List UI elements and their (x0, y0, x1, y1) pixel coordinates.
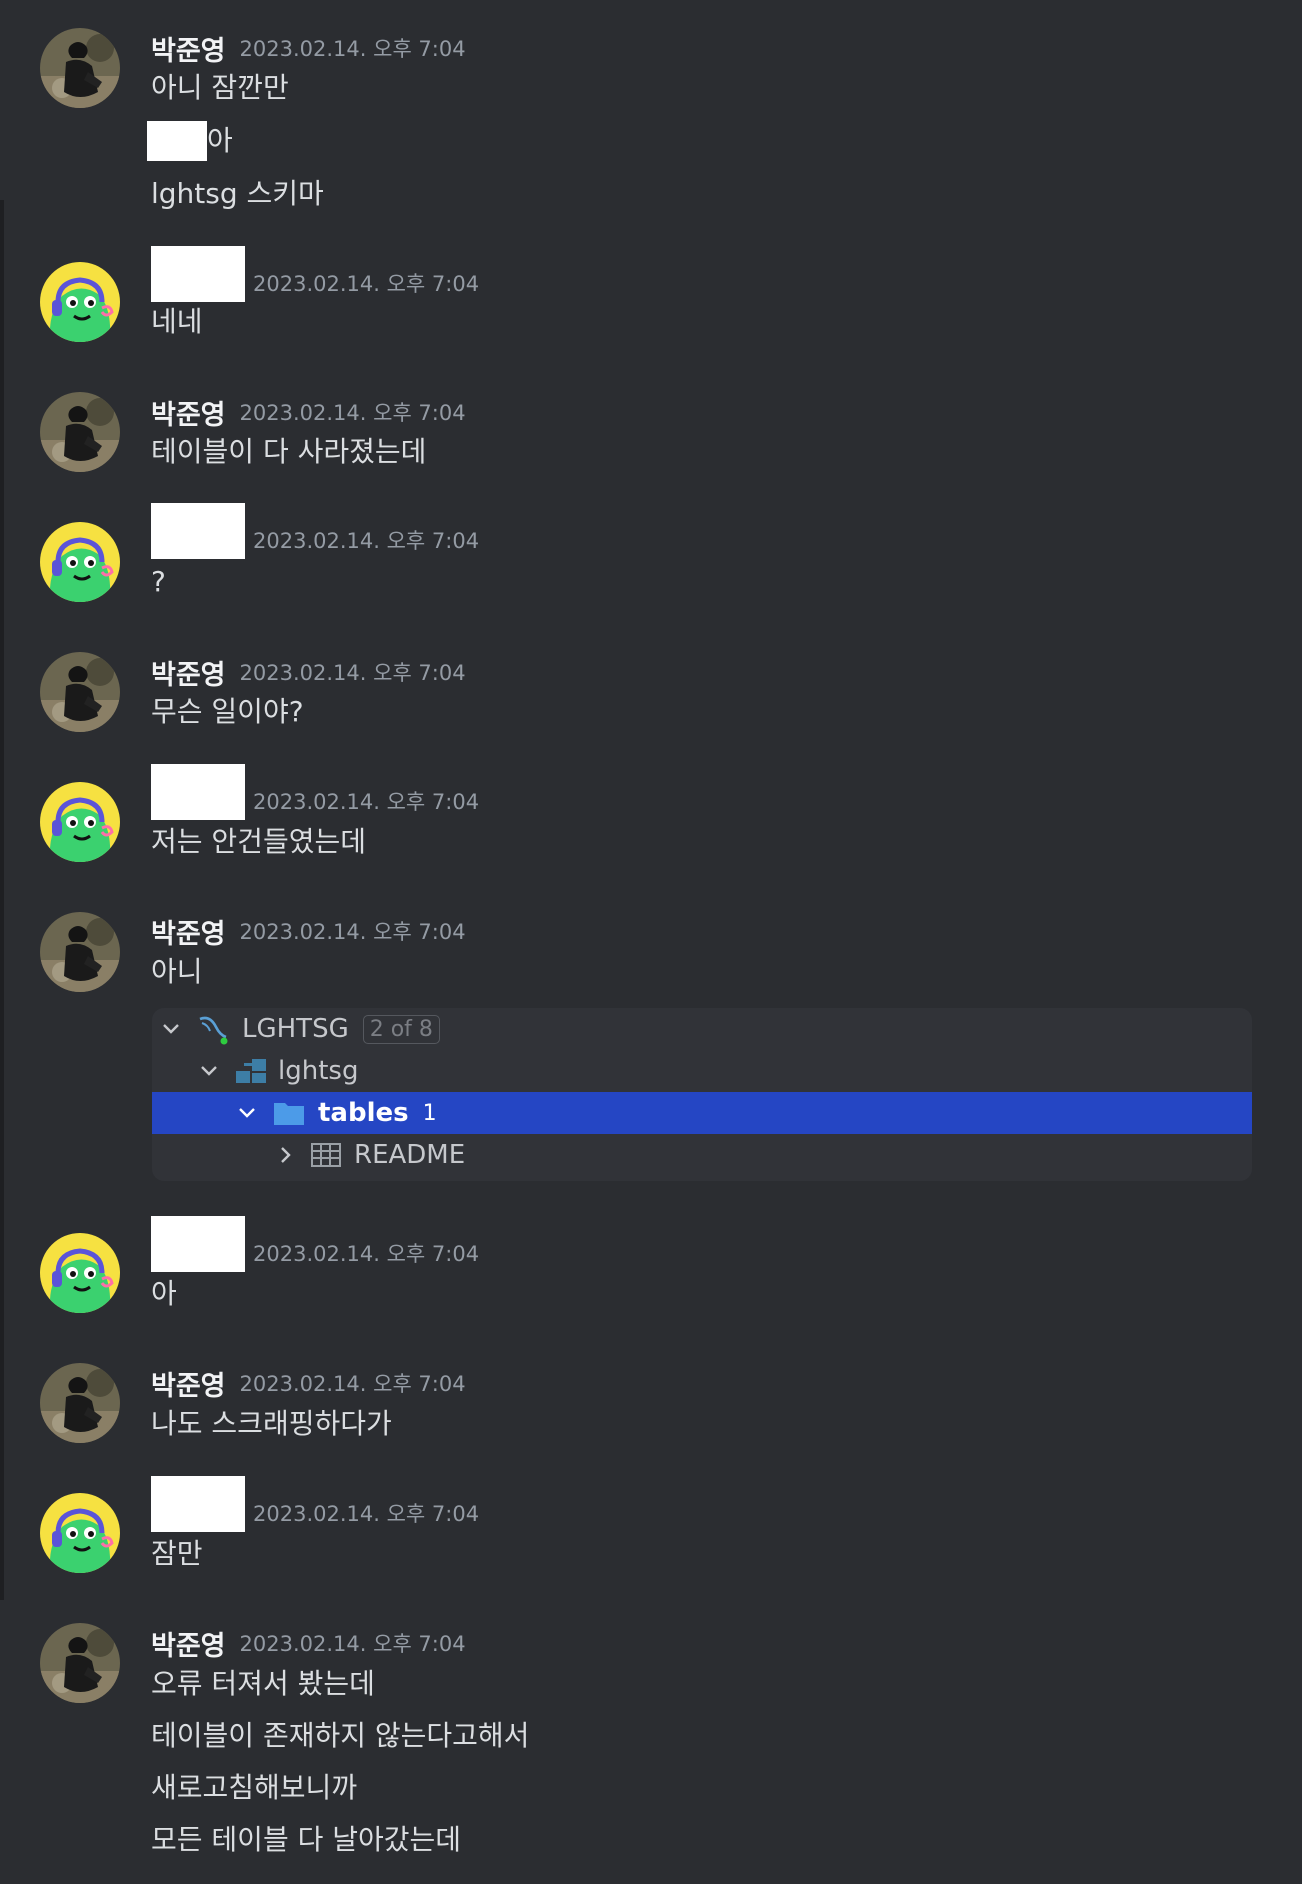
timestamp: 2023.02.14. 오후 7:04 (253, 1502, 480, 1526)
author-name[interactable]: 박준영 (151, 1364, 226, 1403)
folder-item-count: 1 (422, 1100, 437, 1126)
user-avatar[interactable] (40, 262, 120, 342)
chevron-down-icon[interactable] (196, 1058, 222, 1084)
message-text: 테이블이 존재하지 않는다고해서 (151, 1719, 530, 1752)
table-name: README (354, 1140, 466, 1170)
schema-icon (236, 1059, 266, 1083)
chevron-down-icon[interactable] (158, 1016, 184, 1042)
author-name[interactable]: 박준영 (151, 29, 226, 68)
user-avatar[interactable] (40, 1233, 120, 1313)
message-text: 새로고침해보니까 (151, 1771, 358, 1804)
message-text: 네네 (151, 305, 203, 338)
timestamp: 2023.02.14. 오후 7:04 (253, 790, 480, 814)
message-text: 저는 안건들였는데 (151, 825, 366, 858)
tree-row-connection[interactable]: LGHTSG 2 of 8 (152, 1008, 1252, 1050)
folder-name: tables (318, 1098, 409, 1128)
message-text: 테이블이 다 사라졌는데 (151, 435, 427, 468)
user-avatar[interactable] (40, 652, 120, 732)
message-text: 나도 스크래핑하다가 (151, 1407, 392, 1440)
folder-icon (274, 1103, 304, 1125)
mysql-dolphin-icon (199, 1016, 228, 1045)
message-text: 아니 (151, 955, 203, 988)
message-header: 박준영 2023.02.14. 오후 7:04 (151, 393, 466, 432)
tree-row-schema[interactable]: lghtsg (152, 1050, 1252, 1092)
redacted-author-name (151, 1476, 245, 1532)
message-text: 아 (147, 121, 233, 161)
message-header: 2023.02.14. 오후 7:04 (151, 1214, 479, 1272)
author-name[interactable]: 박준영 (151, 393, 226, 432)
timestamp: 2023.02.14. 오후 7:04 (239, 401, 466, 425)
timestamp: 2023.02.14. 오후 7:04 (239, 1632, 466, 1656)
user-avatar[interactable] (40, 912, 120, 992)
message-text: 무슨 일이야? (151, 695, 304, 728)
chevron-down-icon[interactable] (234, 1100, 260, 1126)
message-text: 오류 터져서 봤는데 (151, 1667, 375, 1700)
message-text: 모든 테이블 다 날아갔는데 (151, 1823, 462, 1856)
author-name[interactable]: 박준영 (151, 1624, 226, 1663)
user-avatar[interactable] (40, 28, 120, 108)
timestamp: 2023.02.14. 오후 7:04 (253, 1242, 480, 1266)
message-header: 박준영 2023.02.14. 오후 7:04 (151, 1364, 466, 1403)
message-text: 아니 잠깐만 (151, 71, 289, 104)
message-text: ? (151, 565, 166, 598)
user-avatar[interactable] (40, 1623, 120, 1703)
timestamp: 2023.02.14. 오후 7:04 (239, 920, 466, 944)
message-header: 2023.02.14. 오후 7:04 (151, 244, 479, 302)
message-text-fragment: 아 (207, 124, 233, 157)
message-text: 잠만 (151, 1537, 203, 1570)
timestamp: 2023.02.14. 오후 7:04 (253, 272, 480, 296)
message-header: 박준영 2023.02.14. 오후 7:04 (151, 29, 466, 68)
tree-row-table[interactable]: README (152, 1134, 1252, 1176)
author-name[interactable]: 박준영 (151, 653, 226, 692)
redacted-author-name (151, 246, 245, 302)
message-header: 박준영 2023.02.14. 오후 7:04 (151, 1624, 466, 1663)
left-edge-divider (0, 200, 4, 1600)
table-grid-icon (311, 1143, 341, 1167)
timestamp: 2023.02.14. 오후 7:04 (253, 529, 480, 553)
redacted-author-name (151, 764, 245, 820)
user-avatar[interactable] (40, 522, 120, 602)
redacted-name-block (147, 121, 207, 161)
connection-count-badge: 2 of 8 (362, 1014, 440, 1044)
user-avatar[interactable] (40, 392, 120, 472)
redacted-author-name (151, 1216, 245, 1272)
user-avatar[interactable] (40, 782, 120, 862)
user-avatar[interactable] (40, 1493, 120, 1573)
timestamp: 2023.02.14. 오후 7:04 (239, 1372, 466, 1396)
message-header: 2023.02.14. 오후 7:04 (151, 1474, 479, 1532)
redacted-author-name (151, 503, 245, 559)
connection-name: LGHTSG (242, 1014, 349, 1044)
author-name[interactable]: 박준영 (151, 912, 226, 951)
message-header: 박준영 2023.02.14. 오후 7:04 (151, 912, 466, 951)
user-avatar[interactable] (40, 1363, 120, 1443)
schema-name: lghtsg (278, 1056, 359, 1086)
chevron-right-icon[interactable] (272, 1142, 298, 1168)
timestamp: 2023.02.14. 오후 7:04 (239, 37, 466, 61)
message-header: 박준영 2023.02.14. 오후 7:04 (151, 653, 466, 692)
timestamp: 2023.02.14. 오후 7:04 (239, 661, 466, 685)
message-header: 2023.02.14. 오후 7:04 (151, 501, 479, 559)
message-header: 2023.02.14. 오후 7:04 (151, 762, 479, 820)
database-tree-screenshot[interactable]: LGHTSG 2 of 8 lghtsg tables 1 README (152, 1008, 1252, 1181)
tree-row-tables-folder[interactable]: tables 1 (152, 1092, 1252, 1134)
message-text: 아 (151, 1277, 177, 1310)
message-text: lghtsg 스키마 (151, 177, 324, 210)
